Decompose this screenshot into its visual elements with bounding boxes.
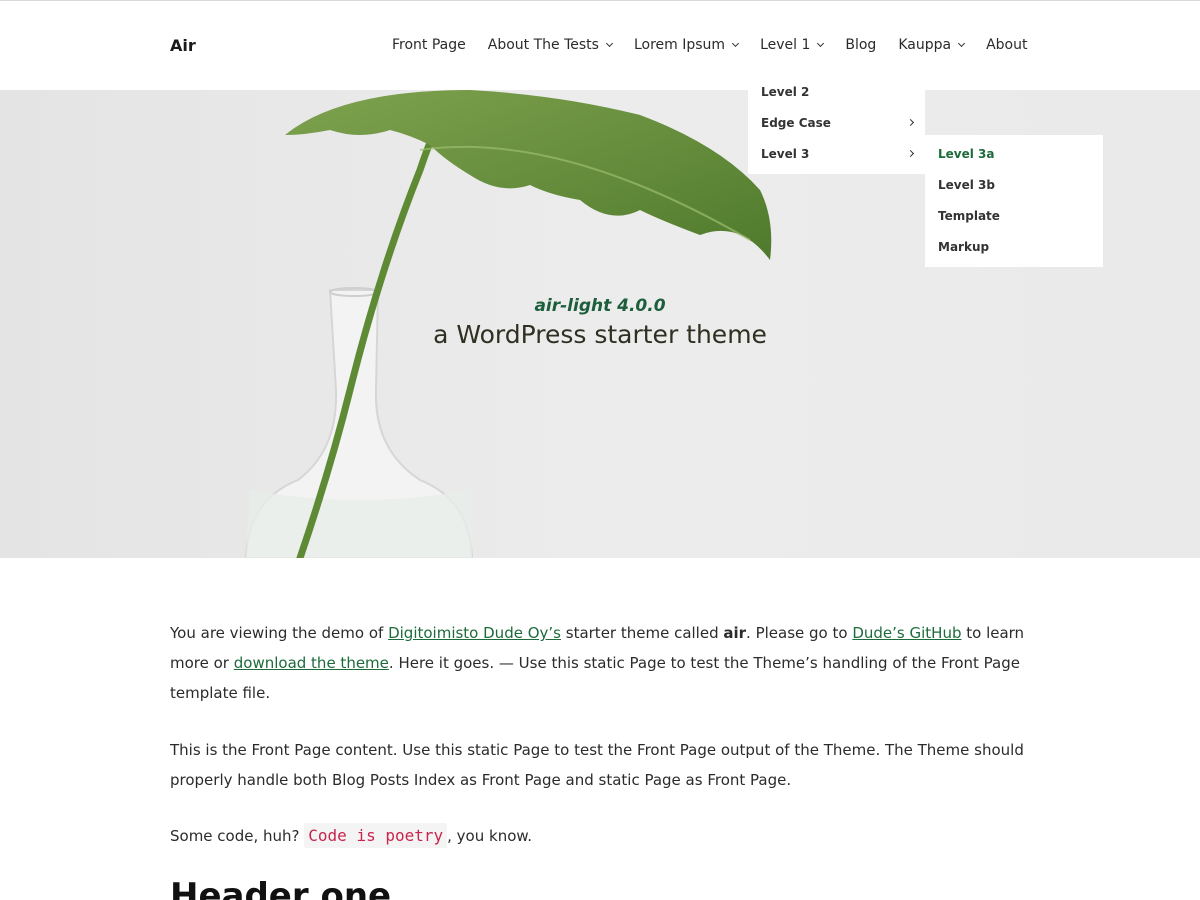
nav-item-label: Kauppa xyxy=(898,37,952,53)
nav-item-label: About xyxy=(986,37,1028,53)
chevron-down-icon[interactable] xyxy=(958,39,966,47)
link-dude[interactable]: Digitoimisto Dude Oy’s xyxy=(388,624,561,642)
nav-item-blog[interactable]: Blog xyxy=(845,37,876,53)
chevron-right-icon xyxy=(906,149,915,158)
site-title-link[interactable]: Air xyxy=(170,36,196,55)
nav-item-lorem-ipsum[interactable]: Lorem Ipsum xyxy=(633,37,740,53)
nav-item-label: Blog xyxy=(845,37,877,53)
code-paragraph: Some code, huh? Code is poetry, you know… xyxy=(170,821,1040,851)
chevron-right-icon xyxy=(906,118,915,127)
text: , you know. xyxy=(447,827,533,845)
site-header: Air Front Page About The Tests Lorem Ips… xyxy=(0,1,1200,90)
link-github[interactable]: Dude’s GitHub xyxy=(852,624,961,642)
submenu-item-markup[interactable]: Markup xyxy=(938,240,989,254)
text: starter theme called xyxy=(560,624,724,642)
nav-item-front-page[interactable]: Front Page xyxy=(392,37,466,53)
submenu-item-level-3a[interactable]: Level 3a xyxy=(938,147,994,161)
chevron-down-icon[interactable] xyxy=(817,39,825,47)
submenu-item-level-3[interactable]: Level 3 xyxy=(761,147,809,161)
text: You are viewing the demo of xyxy=(170,624,389,642)
submenu-item-level-2[interactable]: Level 2 xyxy=(761,85,809,99)
nav-item-level-1[interactable]: Level 1 xyxy=(760,37,825,53)
nav-item-label: Level 1 xyxy=(760,37,811,53)
heading-one: Header one xyxy=(170,876,392,900)
hero-subtitle: air-light 4.0.0 xyxy=(534,296,666,316)
main-navigation: Front Page About The Tests Lorem Ipsum L… xyxy=(392,37,1027,53)
link-download[interactable]: download the theme xyxy=(234,654,389,672)
text: . Please go to xyxy=(746,624,853,642)
inline-code: Code is poetry xyxy=(304,823,448,848)
front-page-paragraph: This is the Front Page content. Use this… xyxy=(170,741,1024,789)
nav-item-about[interactable]: About xyxy=(986,37,1027,53)
submenu-item-level-3b[interactable]: Level 3b xyxy=(938,178,995,192)
text: Some code, huh? xyxy=(170,827,305,845)
chevron-down-icon[interactable] xyxy=(732,39,740,47)
nav-item-label: About The Tests xyxy=(487,37,599,53)
submenu-level-3: Level 3a Level 3b Template Markup xyxy=(925,135,1103,267)
intro-paragraph: You are viewing the demo of Digitoimisto… xyxy=(170,618,1040,708)
submenu-level-1: Level 2 Edge Case Level 3 xyxy=(748,78,925,174)
submenu-item-edge-case[interactable]: Edge Case xyxy=(761,116,831,130)
nav-item-label: Lorem Ipsum xyxy=(633,37,726,53)
nav-item-about-the-tests[interactable]: About The Tests xyxy=(487,37,614,53)
theme-name: air xyxy=(723,624,747,642)
hero-title: a WordPress starter theme xyxy=(433,320,767,349)
nav-item-kauppa[interactable]: Kauppa xyxy=(898,37,966,53)
nav-item-label: Front Page xyxy=(392,37,466,53)
chevron-down-icon[interactable] xyxy=(605,39,614,47)
submenu-item-template[interactable]: Template xyxy=(938,209,1000,223)
